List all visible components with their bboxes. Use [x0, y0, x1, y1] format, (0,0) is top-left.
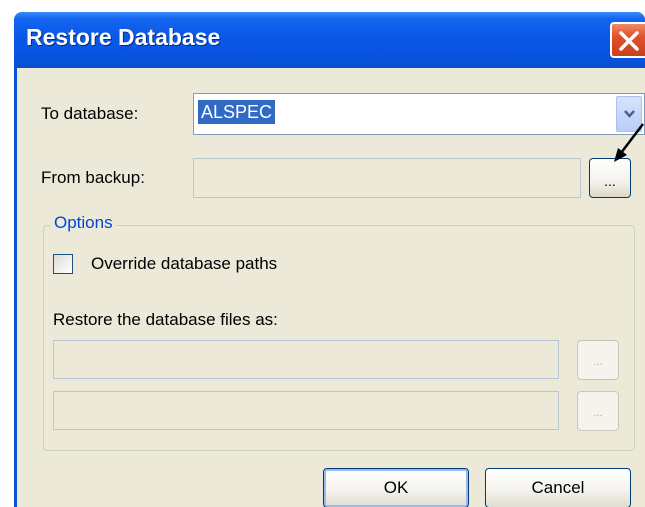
override-paths-checkbox[interactable] — [53, 254, 73, 274]
dialog-body: To database: ALSPEC From backup: ... Opt… — [14, 68, 645, 507]
to-database-label: To database: — [41, 104, 139, 123]
title-bar[interactable]: Restore Database — [14, 12, 645, 68]
from-backup-label: From backup: — [41, 168, 145, 187]
browse-backup-button[interactable]: ... — [589, 158, 631, 198]
to-database-combobox[interactable]: ALSPEC — [193, 93, 645, 135]
restore-database-dialog: Restore Database To database: ALSPEC Fro… — [14, 12, 645, 507]
cancel-button[interactable]: Cancel — [485, 468, 631, 507]
browse-file-1-button[interactable]: ... — [577, 340, 619, 380]
browse-file-2-button[interactable]: ... — [577, 391, 619, 431]
from-backup-field[interactable] — [193, 158, 581, 198]
restore-files-label: Restore the database files as: — [53, 310, 278, 329]
window-title: Restore Database — [26, 24, 221, 50]
ok-button[interactable]: OK — [323, 468, 469, 507]
close-button[interactable] — [610, 22, 645, 58]
restore-file-field-2[interactable] — [53, 391, 559, 430]
close-icon — [619, 31, 639, 51]
to-database-value[interactable]: ALSPEC — [198, 100, 276, 124]
annotation-arrow-icon — [614, 123, 644, 162]
override-paths-label[interactable]: Override database paths — [91, 254, 277, 274]
options-group-title: Options — [51, 213, 116, 233]
restore-file-field-1[interactable] — [53, 340, 559, 379]
chevron-down-icon — [624, 110, 635, 118]
